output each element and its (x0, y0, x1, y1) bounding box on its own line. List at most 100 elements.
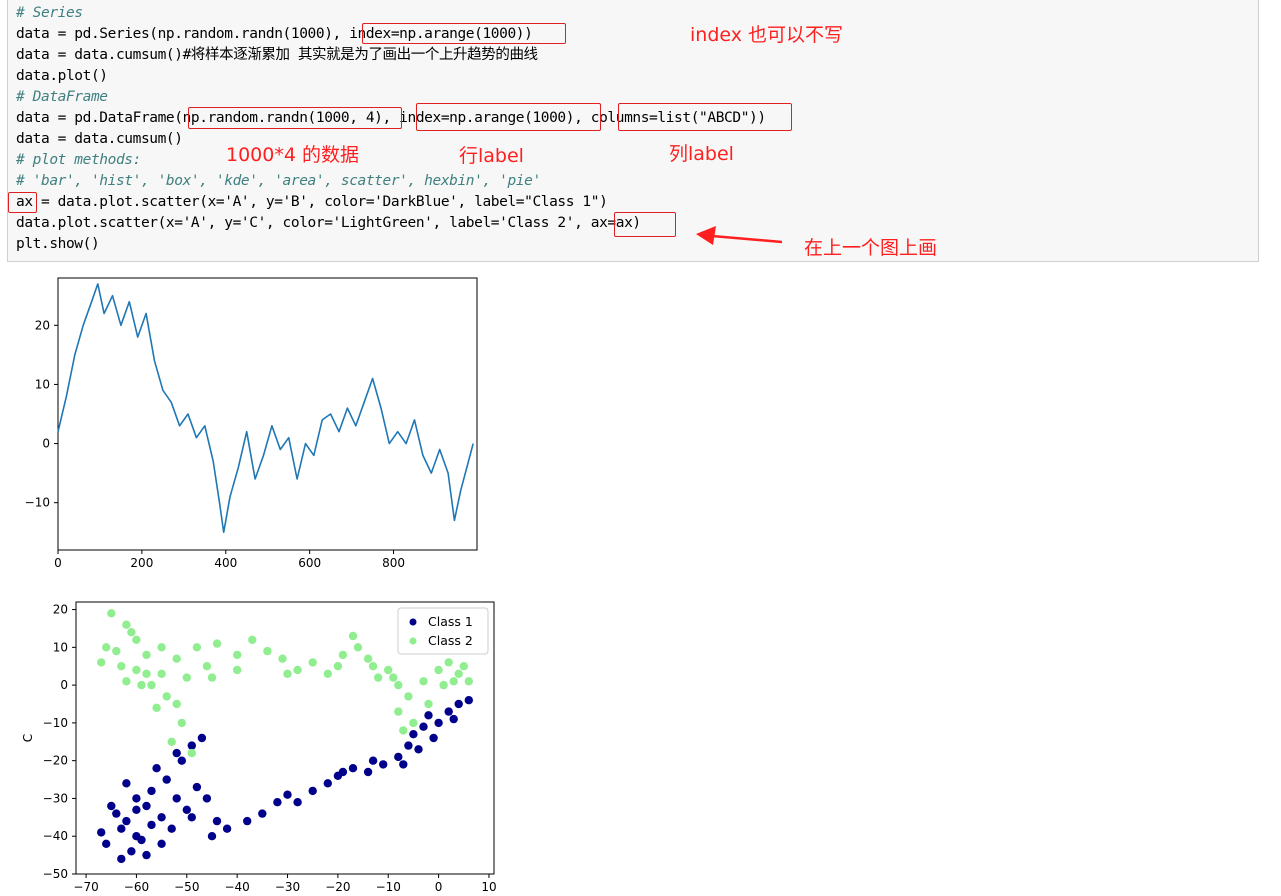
y-tick-label-2-0: 20 (53, 603, 68, 617)
plot-area-1 (57, 277, 478, 551)
scatter-point-1-23 (233, 650, 242, 660)
y-tick-label-1-3: −10 (25, 496, 50, 510)
scatter-point-0-27 (308, 786, 317, 796)
scatter-point-1-0 (107, 609, 116, 618)
scatter-point-1-41 (434, 665, 443, 675)
scatter-point-0-53 (202, 794, 212, 803)
y-tick-label-2-2: 0 (60, 678, 68, 692)
x-tick-label-2-1: −60 (124, 880, 149, 894)
scatter-point-0-38 (444, 707, 453, 716)
scatter-point-1-36 (394, 680, 403, 690)
scatter-point-0-34 (404, 741, 413, 750)
x-tick-label-2-0: −70 (73, 880, 98, 894)
scatter-point-0-28 (323, 779, 332, 788)
scatter-point-1-13 (167, 737, 176, 746)
scatter-point-1-47 (439, 680, 448, 690)
scatter-point-1-29 (323, 669, 332, 678)
highlight-index-arange-arg (416, 103, 601, 131)
note-index-optional: index 也可以不写 (690, 24, 844, 46)
note-column-label: 列label (669, 143, 734, 165)
scatter-point-1-52 (122, 677, 131, 686)
scatter-point-0-0 (107, 801, 116, 811)
scatter-point-0-35 (409, 730, 418, 739)
scatter-point-0-24 (258, 809, 267, 818)
scatter-point-0-32 (379, 760, 388, 769)
legend-label-0: Class 1 (428, 614, 473, 629)
scatter-point-0-54 (212, 816, 222, 826)
scatter-point-1-12 (177, 718, 186, 728)
code-line-8: # plot methods: (16, 152, 141, 168)
scatter-point-1-10 (162, 692, 171, 701)
scatter-point-0-4 (142, 850, 151, 860)
x-tick-label-1-1: 200 (130, 556, 153, 570)
scatter-point-0-30 (348, 764, 358, 773)
arrow-shaft (711, 234, 783, 244)
y-tick-label-1-2: 0 (42, 437, 50, 451)
scatter-point-0-59 (449, 714, 458, 724)
scatter-point-1-11 (152, 703, 161, 712)
legend-label-1: Class 2 (428, 633, 473, 648)
scatter-point-0-56 (338, 767, 348, 777)
scatter-point-1-40 (419, 677, 428, 686)
scatter-point-1-56 (368, 662, 378, 671)
scatter-point-0-19 (167, 824, 176, 833)
scatter-point-0-25 (273, 798, 282, 807)
scatter-point-0-14 (132, 794, 141, 803)
scatter-point-0-39 (454, 699, 463, 709)
note-same-axes: 在上一个图上画 (804, 237, 938, 259)
scatter-point-1-27 (293, 665, 302, 675)
scatter-point-1-4 (142, 650, 151, 660)
scatter-point-1-35 (384, 665, 393, 675)
scatter-point-1-20 (192, 643, 202, 652)
arrow-annotation (696, 226, 783, 245)
scatter-point-1-39 (409, 718, 418, 728)
x-tick-label-2-5: −20 (325, 880, 350, 894)
scatter-point-1-37 (404, 692, 413, 701)
scatter-point-0-16 (97, 828, 106, 837)
code-line-10: ax = data.plot.scatter(x='A', y='B', col… (16, 194, 608, 210)
scatter-point-1-54 (233, 665, 242, 675)
scatter-point-1-21 (202, 662, 212, 671)
x-tick-label-2-6: −10 (376, 880, 401, 894)
scatter-point-1-7 (172, 654, 181, 663)
note-data-shape: 1000*4 的数据 (226, 144, 359, 166)
scatter-point-0-44 (172, 748, 181, 758)
y-tick-label-2-7: −50 (43, 867, 68, 881)
scatter-point-1-25 (263, 646, 272, 656)
highlight-randn-arg (188, 107, 402, 129)
scatter-point-1-18 (127, 628, 136, 637)
scatter-point-0-10 (162, 775, 171, 784)
code-line-12: plt.show() (16, 236, 100, 252)
highlight-ax-arg (614, 212, 676, 237)
scatter-point-0-15 (112, 809, 121, 818)
scatter-point-1-15 (132, 665, 141, 675)
code-line-3: data = data.cumsum()#将样本逐渐累加 其实就是为了画出一个上… (16, 47, 538, 63)
scatter-point-1-44 (464, 677, 473, 686)
scatter-point-0-21 (207, 832, 217, 841)
scatter-point-0-22 (222, 824, 232, 833)
y-tick-label-1-0: 20 (35, 318, 50, 332)
scatter-point-0-8 (147, 786, 156, 796)
scatter-point-1-55 (283, 669, 292, 678)
scatter-point-0-47 (122, 779, 131, 788)
scatter-chart: −70 −60 −50 −40 −30 −20 −10 0 10 20 10 0 −10 −20 −30 −4… (21, 601, 497, 894)
scatter-point-0-52 (132, 805, 141, 814)
scatter-point-1-51 (142, 669, 151, 678)
highlight-columns-arg (618, 103, 792, 131)
scatter-point-1-6 (157, 669, 166, 678)
scatter-point-1-43 (454, 669, 463, 678)
scatter-point-0-49 (157, 839, 166, 848)
scatter-point-0-46 (197, 733, 207, 743)
scatter-point-1-3 (102, 643, 111, 652)
scatter-point-0-51 (147, 820, 156, 830)
y-tick-label-2-4: −20 (43, 754, 68, 768)
scatter-point-0-3 (102, 839, 111, 848)
scatter-point-0-48 (142, 801, 151, 811)
scatter-point-0-50 (117, 854, 126, 864)
scatter-point-1-17 (97, 658, 106, 667)
x-tick-label-2-8: 10 (481, 880, 496, 894)
scatter-point-0-58 (424, 711, 433, 720)
y-tick-label-2-1: 10 (53, 640, 68, 654)
scatter-point-1-2 (132, 635, 141, 644)
scatter-point-0-37 (434, 718, 443, 728)
